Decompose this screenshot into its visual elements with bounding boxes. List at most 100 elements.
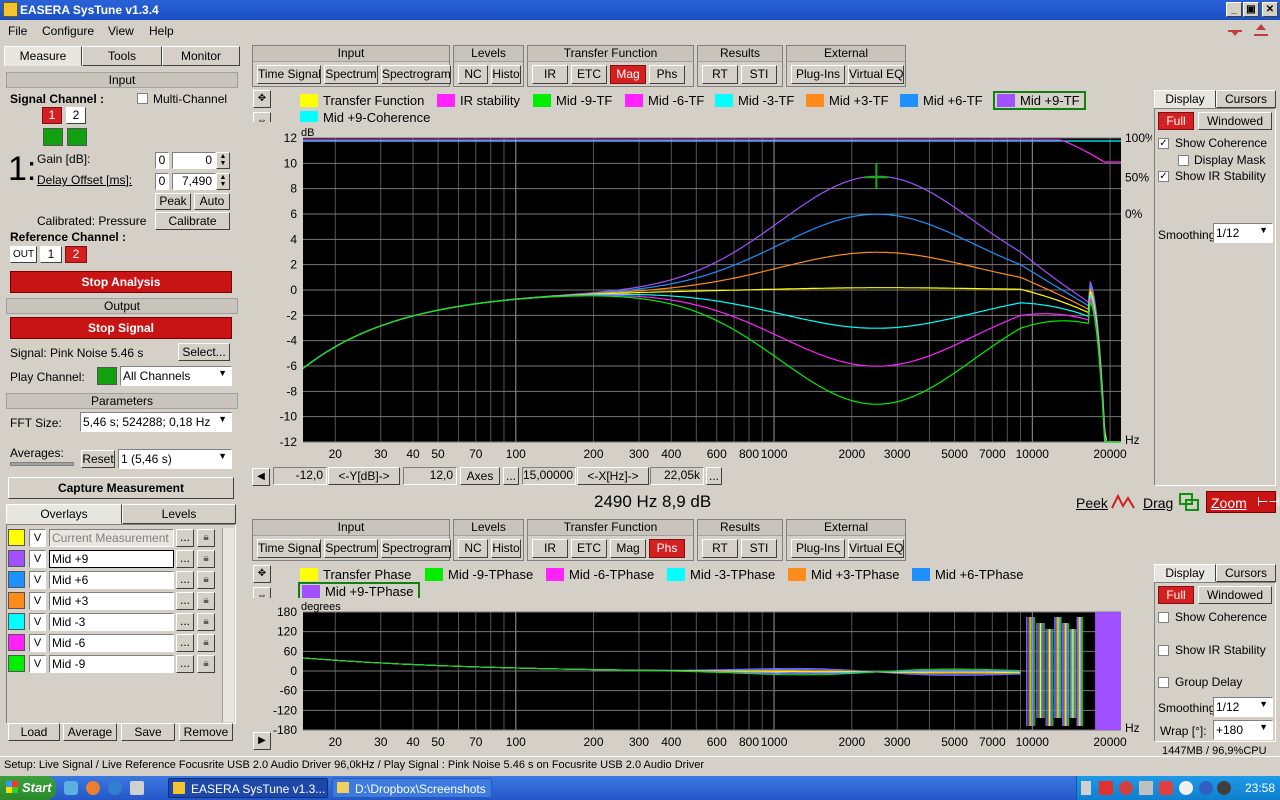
top-tab-display[interactable]: Display (1154, 90, 1216, 108)
top-spectrogram-button[interactable]: Spectrogram (381, 65, 451, 84)
overlay-visible-toggle[interactable]: V (29, 634, 46, 652)
tray-app-icon-1[interactable] (1099, 781, 1113, 795)
axes-more-button[interactable]: ... (503, 467, 519, 485)
top-time-signal-button[interactable]: Time Signal (257, 65, 321, 84)
lock-icon[interactable]: 🔒︎ (197, 550, 215, 568)
bottom-histo-button[interactable]: Histo (491, 539, 521, 558)
pan-tool-icon[interactable]: ✥ (253, 90, 271, 108)
taskbar-item-systune[interactable]: EASERA SysTune v1.3... (168, 778, 328, 798)
load-overlay-button[interactable]: Load (8, 723, 60, 741)
reset-button[interactable]: Reset (81, 450, 115, 468)
bottom-full-button[interactable]: Full (1158, 586, 1194, 604)
overlay-more-button[interactable]: ... (176, 529, 194, 547)
overlay-color-swatch[interactable] (8, 592, 25, 609)
multi-channel-checkbox[interactable] (137, 93, 148, 104)
legend-item[interactable]: Mid +9-TF (993, 91, 1086, 110)
fft-size-select[interactable]: 5,46 s; 524288; 0,18 Hz (80, 412, 232, 432)
bottom-show-ir-stability-checkbox[interactable] (1158, 645, 1169, 656)
ref-out-button[interactable]: OUT (10, 246, 37, 263)
y-min-input[interactable]: -12,0 (273, 467, 327, 485)
overlay-visible-toggle[interactable]: V (29, 529, 46, 547)
legend-item[interactable]: Mid -3-TPhase (667, 567, 775, 582)
overlay-color-swatch[interactable] (8, 529, 25, 546)
delay-zero-checkbox[interactable]: 0 (155, 173, 169, 190)
top-tab-cursors[interactable]: Cursors (1216, 90, 1276, 108)
x-axis-button[interactable]: <-X[Hz]-> (577, 467, 649, 485)
overlay-name-input[interactable]: Mid +6 (49, 571, 174, 589)
tray-network-icon[interactable] (1139, 781, 1153, 795)
play-channel-select[interactable]: All Channels (120, 366, 232, 386)
average-overlay-button[interactable]: Average (63, 723, 117, 741)
x-axis-more-button[interactable]: ... (706, 467, 722, 485)
overlay-more-button[interactable]: ... (176, 592, 194, 610)
peak-button[interactable]: Peak (155, 193, 191, 210)
display-mask-checkbox[interactable] (1178, 155, 1189, 166)
tab-measure[interactable]: Measure (4, 46, 82, 66)
drag-mode-label[interactable]: Drag (1143, 495, 1173, 511)
axes-button[interactable]: Axes (460, 467, 500, 485)
drag-icon[interactable] (1178, 492, 1200, 512)
signal-ch-1[interactable]: 1 (42, 107, 62, 124)
legend-item[interactable]: Transfer Phase (300, 567, 411, 582)
overlay-color-swatch[interactable] (8, 550, 25, 567)
overlay-name-input[interactable]: Mid +9 (49, 550, 174, 568)
menu-configure[interactable]: Configure (42, 24, 94, 38)
overlay-color-swatch[interactable] (8, 613, 25, 630)
maximize-button[interactable]: ▣ (1243, 2, 1259, 17)
firefox-icon[interactable] (86, 781, 100, 795)
close-button[interactable]: ✕ (1262, 2, 1278, 17)
tray-app-icon-2[interactable] (1119, 781, 1133, 795)
lock-icon[interactable]: 🔒︎ (197, 571, 215, 589)
minimize-button[interactable]: _ (1226, 2, 1242, 17)
averages-slider[interactable] (10, 462, 74, 466)
menu-file[interactable]: File (8, 24, 27, 38)
bottom-etc-button[interactable]: ETC (571, 539, 607, 558)
bottom-smoothing-select[interactable]: 1/12 (1213, 697, 1273, 717)
wrap-select[interactable]: +180 (1213, 720, 1273, 740)
overlay-more-button[interactable]: ... (176, 550, 194, 568)
bottom-spectrum-button[interactable]: Spectrum (324, 539, 378, 558)
overlay-row[interactable]: V Mid +6 ... 🔒︎ (8, 570, 220, 590)
top-plug-ins-button[interactable]: Plug-Ins (791, 65, 845, 84)
overlay-visible-toggle[interactable]: V (29, 655, 46, 673)
overlay-row[interactable]: V Current Measurement ... 🔒︎ (8, 528, 220, 548)
x-max-input[interactable]: 22,05k (650, 467, 704, 485)
delay-input[interactable]: 7,490 (172, 173, 216, 190)
legend-item[interactable]: Mid -9-TPhase (425, 567, 533, 582)
tray-app-icon-6[interactable] (1217, 781, 1231, 795)
top-spectrum-button[interactable]: Spectrum (324, 65, 378, 84)
top-mag-button[interactable]: Mag (610, 65, 646, 84)
bottom-spectrogram-button[interactable]: Spectrogram (381, 539, 451, 558)
top-nc-button[interactable]: NC (458, 65, 488, 84)
tab-overlays[interactable]: Overlays (6, 504, 122, 524)
lock-icon[interactable]: 🔒︎ (197, 529, 215, 547)
overlay-row[interactable]: V Mid -9 ... 🔒︎ (8, 654, 220, 674)
overlay-row[interactable]: V Mid -3 ... 🔒︎ (8, 612, 220, 632)
top-ir-button[interactable]: IR (532, 65, 568, 84)
browser-icon[interactable] (108, 781, 122, 795)
y-max-input[interactable]: 12,0 (403, 467, 457, 485)
peek-mode-label[interactable]: Peek (1076, 495, 1108, 511)
overlay-name-input[interactable]: Current Measurement (49, 529, 174, 547)
overlay-more-button[interactable]: ... (176, 655, 194, 673)
signal-ch-2[interactable]: 2 (66, 107, 86, 124)
top-smoothing-select[interactable]: 1/12 (1213, 223, 1273, 243)
tray-app-icon-5[interactable] (1199, 781, 1213, 795)
lock-icon[interactable]: 🔒︎ (197, 655, 215, 673)
top-etc-button[interactable]: ETC (571, 65, 607, 84)
top-full-button[interactable]: Full (1158, 112, 1194, 130)
bottom-virtual-eq-button[interactable]: Virtual EQ (848, 539, 904, 558)
overlay-color-swatch[interactable] (8, 634, 25, 651)
bottom-tab-display[interactable]: Display (1154, 564, 1216, 582)
legend-item[interactable]: Mid -6-TPhase (546, 567, 654, 582)
top-windowed-button[interactable]: Windowed (1198, 112, 1272, 130)
x-min-input[interactable]: 15,00000 (522, 467, 576, 485)
y-axis-button[interactable]: <-Y[dB]-> (328, 467, 400, 485)
lock-icon[interactable]: 🔒︎ (197, 613, 215, 631)
tray-arrow-icon[interactable] (1081, 781, 1091, 795)
overlay-more-button[interactable]: ... (176, 571, 194, 589)
legend-item[interactable]: Mid +3-TPhase (788, 567, 900, 582)
overlay-visible-toggle[interactable]: V (29, 592, 46, 610)
bottom-phs-button[interactable]: Phs (649, 539, 685, 558)
remove-overlay-button[interactable]: Remove (179, 723, 233, 741)
